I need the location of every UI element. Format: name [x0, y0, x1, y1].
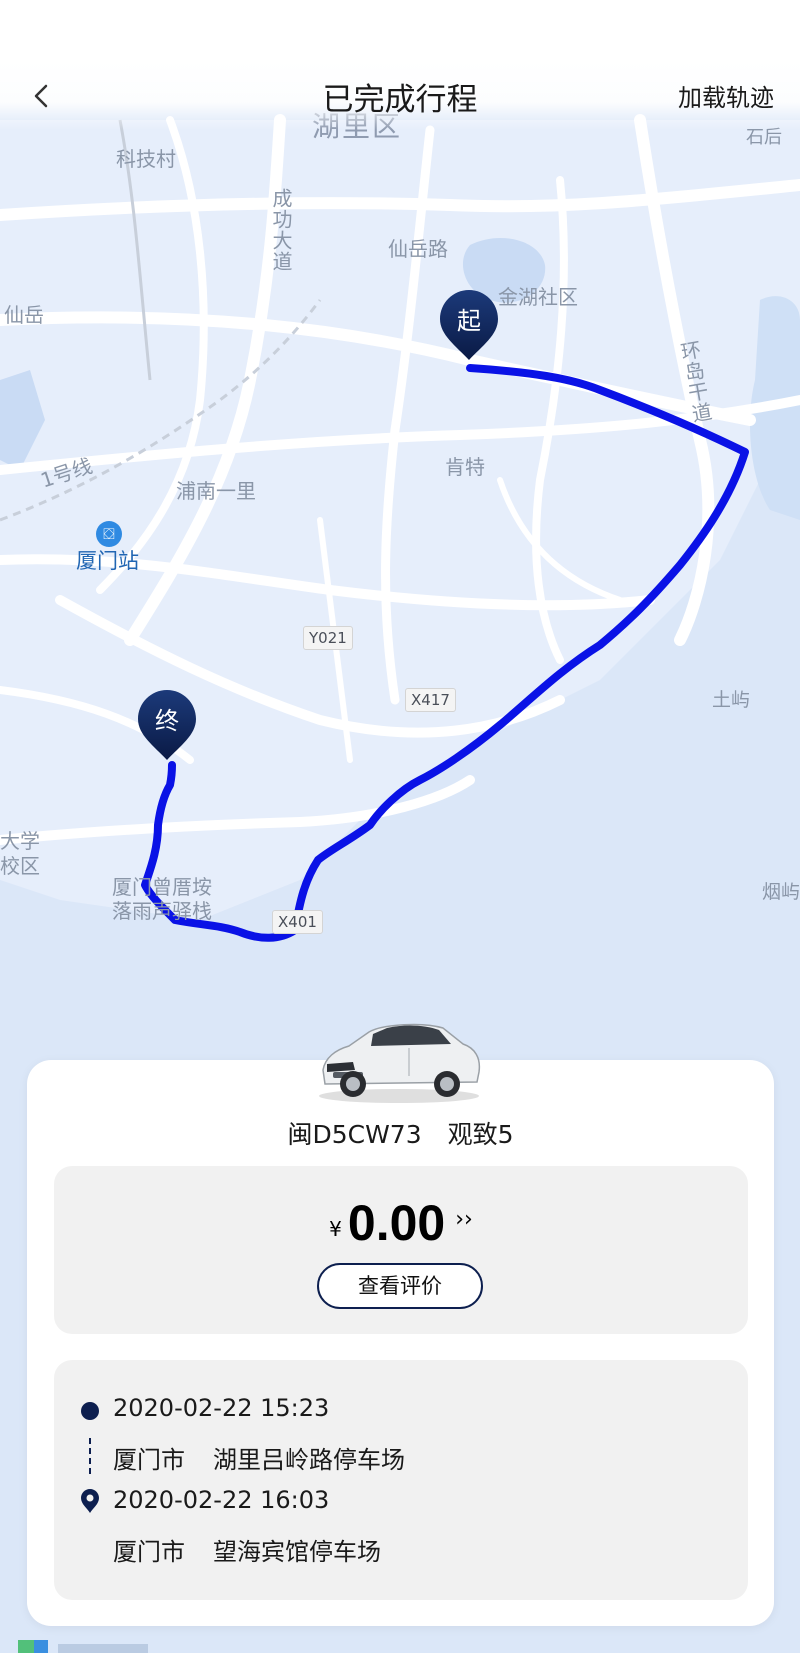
road-badge-x401: X401 — [272, 910, 323, 934]
start-place: 湖里吕岭路停车场 — [213, 1446, 405, 1474]
trip-detail-card: 闽D5CW73 观致5 ¥0.00 ›› 查看评价 2020-02-22 15:23… — [27, 1060, 774, 1626]
currency-symbol: ¥ — [329, 1217, 342, 1241]
map-label-zengcuoan: 厦门曾厝垵 — [112, 875, 212, 899]
train-station-icon: ⛋ — [96, 521, 122, 547]
map-label-shishi: 石后 — [746, 127, 782, 148]
status-bar — [0, 0, 800, 60]
map-label-xiamen-station: 厦门站 — [76, 549, 139, 573]
car-info: 闽D5CW73 观致5 — [27, 1115, 774, 1151]
start-time: 2020-02-22 15:23 — [113, 1394, 330, 1422]
start-place-row: 厦门市 湖里吕岭路停车场 — [54, 1436, 748, 1476]
map-label-punan: 浦南一里 — [176, 479, 256, 503]
dashed-line-icon — [89, 1438, 91, 1474]
fare-line[interactable]: ¥0.00 ›› — [54, 1194, 748, 1252]
map-label-inn: 落雨声驿栈 — [112, 899, 212, 923]
map-label-yanyu: 烟屿 — [762, 881, 800, 903]
road-badge-y021: Y021 — [303, 626, 353, 650]
map-label-jinhu: 金湖社区 — [498, 285, 578, 309]
start-time-row: 2020-02-22 15:23 — [54, 1390, 748, 1430]
chevron-double-right-icon[interactable]: ›› — [455, 1207, 473, 1232]
map-label-campus: 校区 — [0, 854, 40, 878]
start-pin-label: 起 — [457, 307, 481, 335]
top-nav-bar: 已完成行程 加载轨迹 — [0, 60, 800, 130]
fare-amount: 0.00 — [347, 1195, 446, 1251]
map-label-xianyue: 仙岳 — [4, 303, 44, 327]
map-label-xianyue-road: 仙岳路 — [388, 237, 448, 261]
map-label-chenggong: 成功大道 — [269, 188, 293, 272]
location-pin-icon — [81, 1489, 99, 1513]
end-place-row: 厦门市 望海宾馆停车场 — [54, 1528, 748, 1568]
end-time: 2020-02-22 16:03 — [113, 1486, 330, 1514]
fare-section: ¥0.00 ›› 查看评价 — [54, 1166, 748, 1334]
end-place: 望海宾馆停车场 — [213, 1538, 381, 1566]
view-review-button[interactable]: 查看评价 — [317, 1263, 483, 1309]
car-model: 观致5 — [447, 1120, 514, 1149]
start-dot-icon — [81, 1402, 99, 1420]
end-pin-label: 终 — [155, 707, 179, 735]
map-label-kejicun: 科技村 — [116, 147, 176, 171]
plate-number: 闽D5CW73 — [287, 1120, 422, 1149]
map-provider-logo — [18, 1640, 148, 1653]
map-label-kent: 肯特 — [445, 455, 485, 479]
end-city: 厦门市 — [113, 1538, 185, 1566]
map-label-tuyu: 土屿 — [712, 689, 751, 711]
trip-route-section: 2020-02-22 15:23 厦门市 湖里吕岭路停车场 2020-02-22 … — [54, 1360, 748, 1600]
start-pin[interactable]: 起 — [438, 288, 500, 362]
road-badge-x417: X417 — [405, 688, 456, 712]
map-label-university: 大学 — [0, 829, 40, 853]
start-city: 厦门市 — [113, 1446, 185, 1474]
end-time-row: 2020-02-22 16:03 — [54, 1482, 748, 1522]
end-pin[interactable]: 终 — [136, 688, 198, 762]
load-track-button[interactable]: 加载轨迹 — [678, 78, 774, 113]
car-image — [319, 1023, 481, 1103]
